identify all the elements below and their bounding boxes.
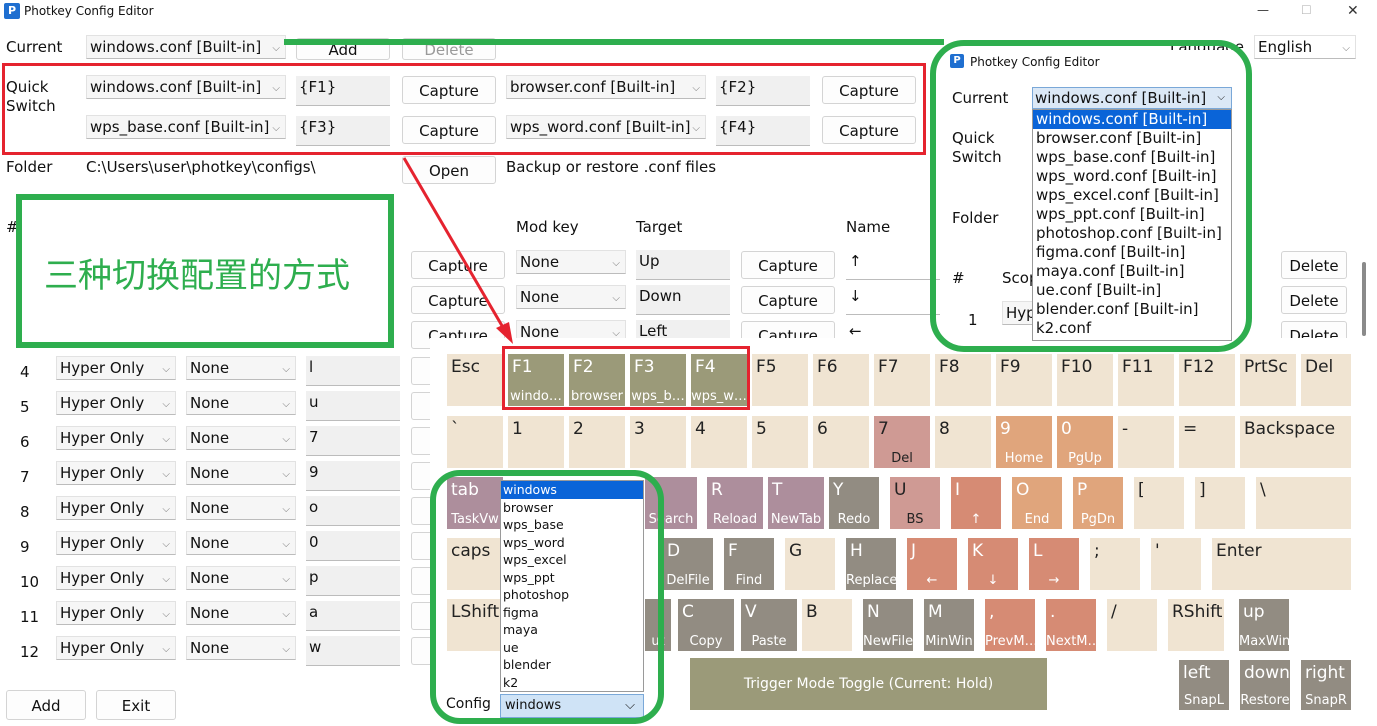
annotation-arrow bbox=[402, 157, 513, 344]
